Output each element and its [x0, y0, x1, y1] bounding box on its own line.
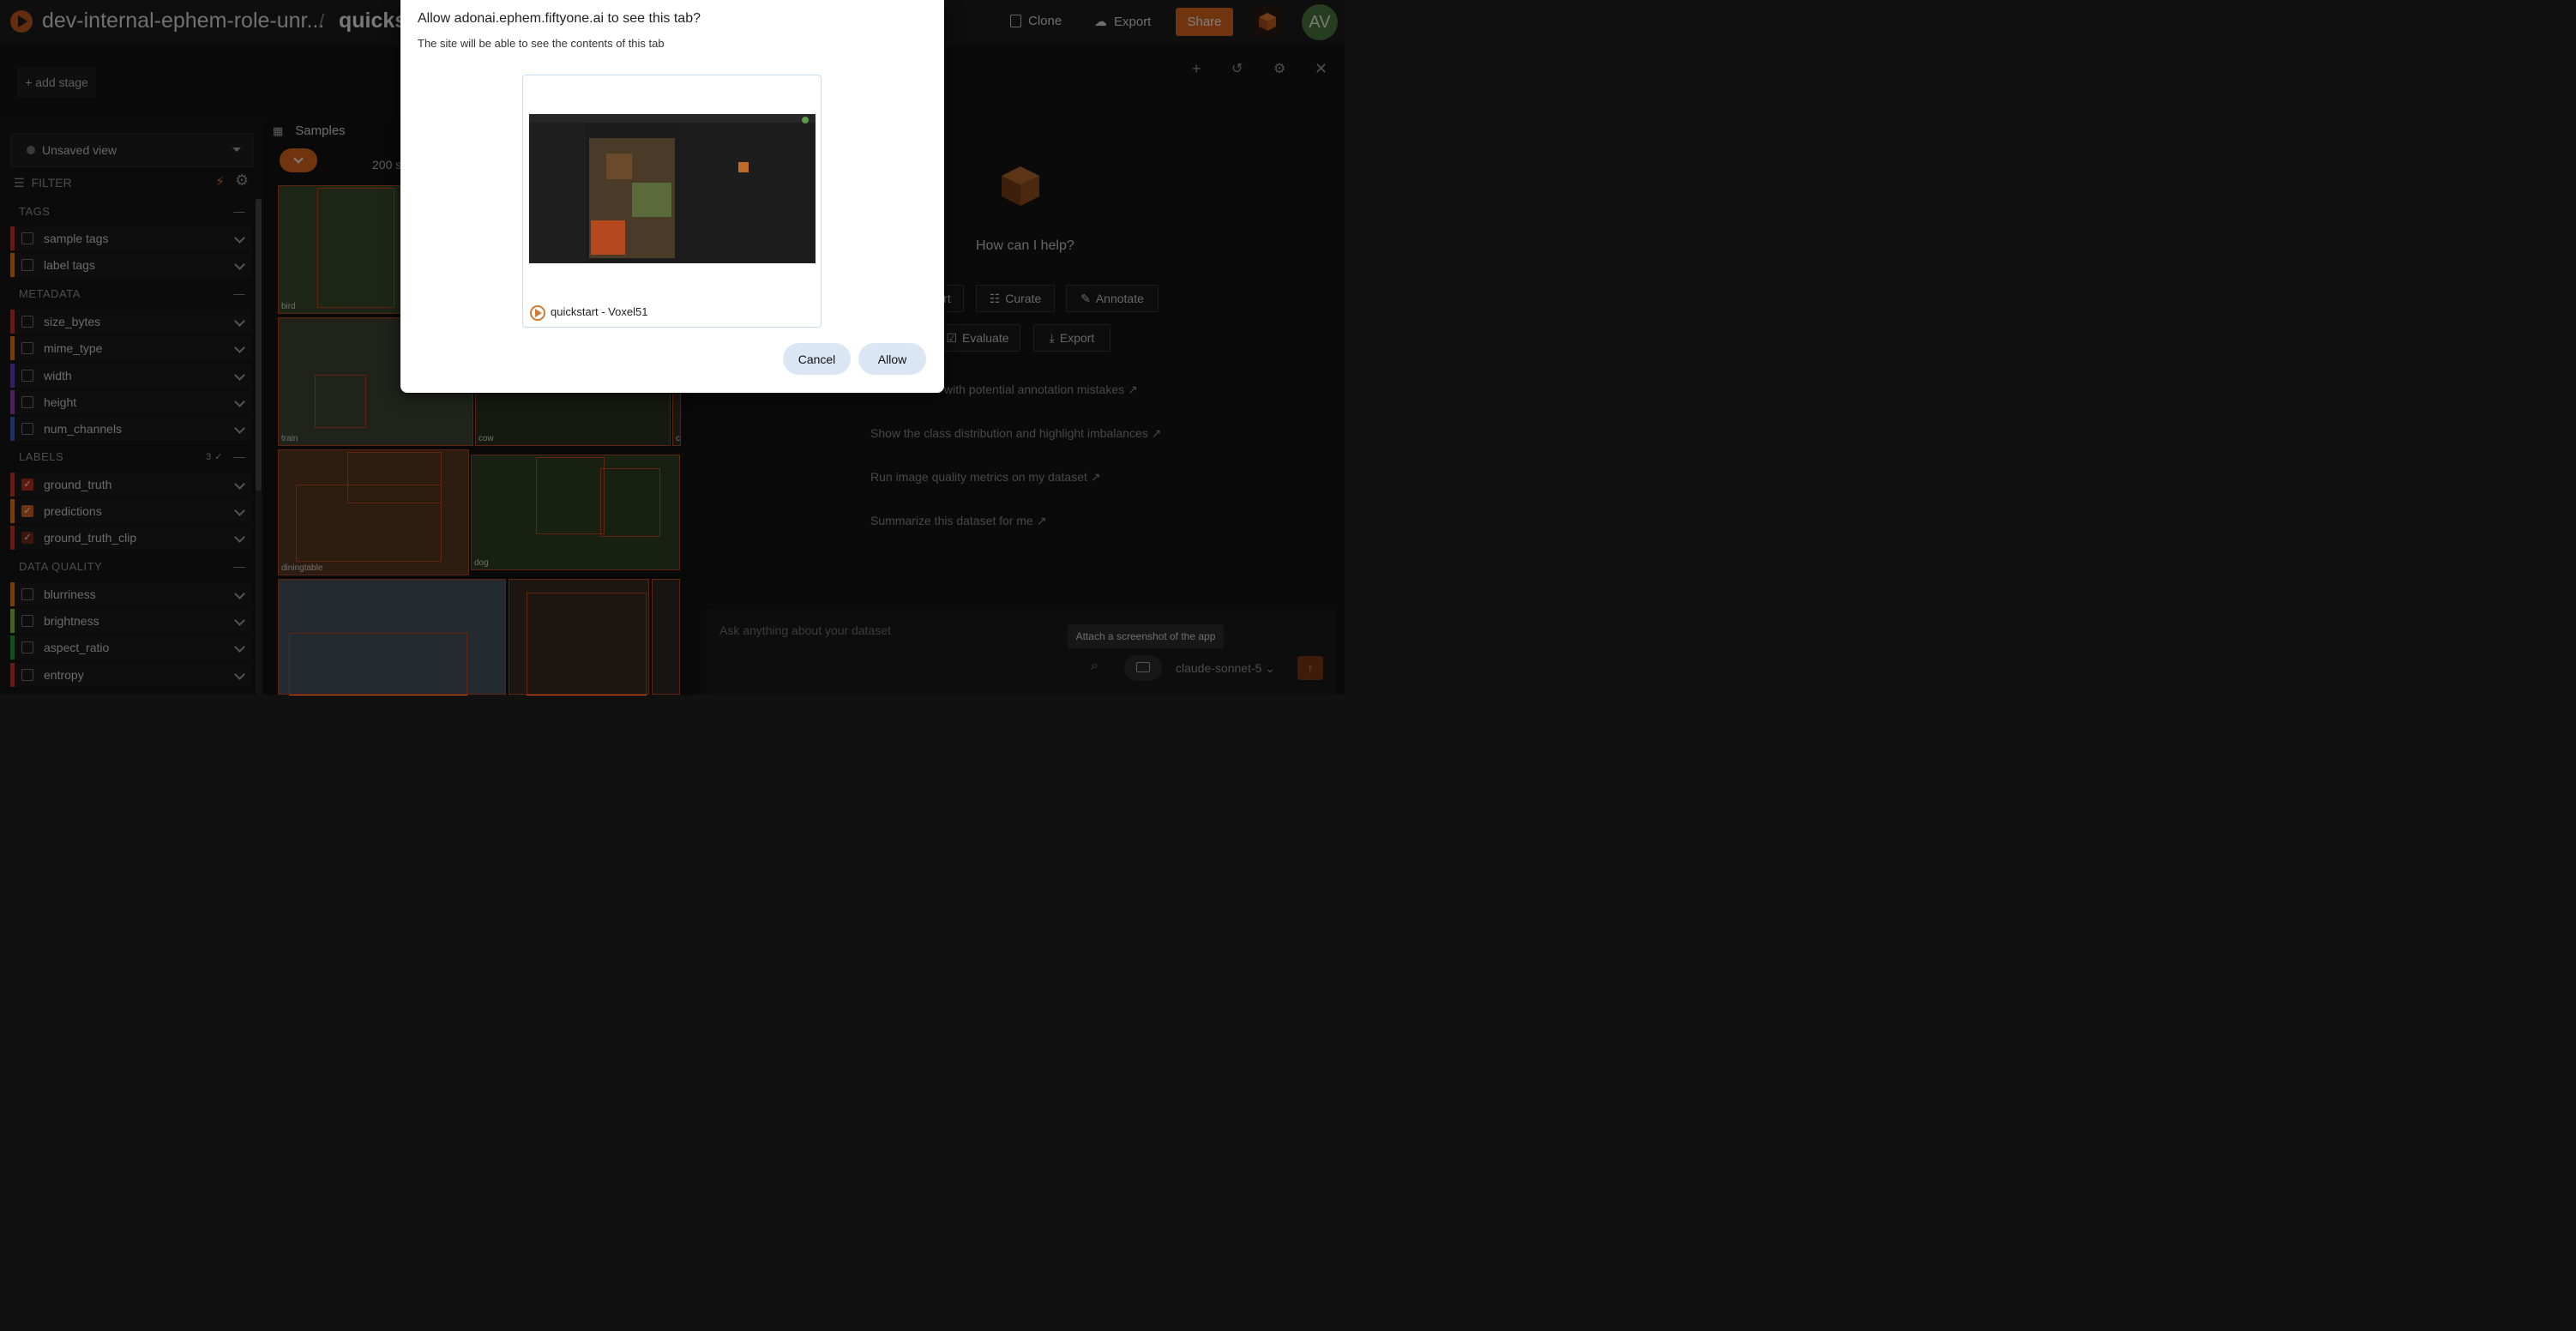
tab-preview-thumbnail: [529, 114, 816, 263]
tab-title: quickstart - Voxel51: [551, 305, 648, 318]
voxel51-favicon-icon: [530, 305, 545, 321]
allow-button[interactable]: Allow: [858, 343, 926, 375]
dialog-title: Allow adonai.ephem.fiftyone.ai to see th…: [418, 11, 701, 26]
cancel-button[interactable]: Cancel: [783, 343, 851, 375]
tab-preview-card[interactable]: quickstart - Voxel51: [522, 75, 822, 328]
dialog-subtitle: The site will be able to see the content…: [418, 37, 665, 50]
tab-share-permission-dialog: Allow adonai.ephem.fiftyone.ai to see th…: [400, 0, 944, 393]
